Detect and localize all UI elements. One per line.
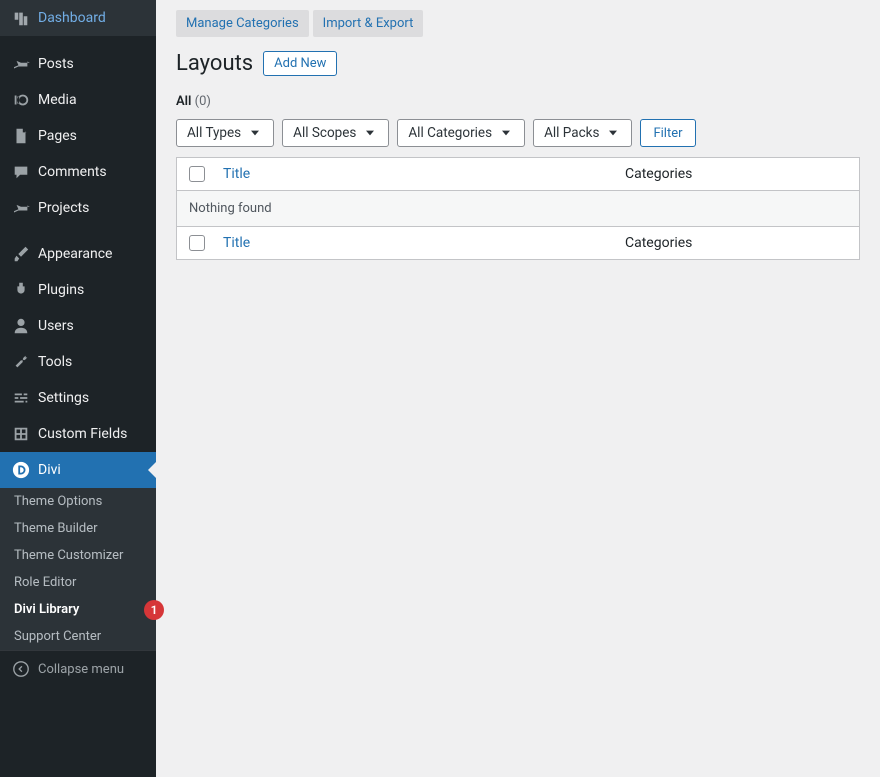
sliders-icon — [10, 388, 32, 408]
wrench-icon — [10, 352, 32, 372]
chevron-down-icon — [247, 125, 263, 141]
admin-sidebar: Dashboard Posts Media Pages Comments Pro… — [0, 0, 156, 777]
pin-icon — [10, 198, 32, 218]
menu-dashboard[interactable]: Dashboard — [0, 0, 156, 36]
menu-projects[interactable]: Projects — [0, 190, 156, 226]
collapse-menu[interactable]: Collapse menu — [0, 650, 156, 687]
menu-posts[interactable]: Posts — [0, 46, 156, 82]
filter-packs-select[interactable]: All Packs — [533, 119, 632, 147]
submenu-support-center[interactable]: Support Center — [0, 623, 156, 650]
chevron-down-icon — [605, 125, 621, 141]
add-new-button[interactable]: Add New — [263, 51, 337, 76]
pin-icon — [10, 54, 32, 74]
divi-submenu: Theme Options Theme Builder Theme Custom… — [0, 488, 156, 650]
filter-button[interactable]: Filter — [640, 119, 695, 147]
filter-scopes-select[interactable]: All Scopes — [282, 119, 389, 147]
empty-message: Nothing found — [177, 191, 859, 227]
menu-users[interactable]: Users — [0, 308, 156, 344]
menu-pages[interactable]: Pages — [0, 118, 156, 154]
submenu-role-editor[interactable]: Role Editor — [0, 569, 156, 596]
plug-icon — [10, 280, 32, 300]
submenu-theme-options[interactable]: Theme Options — [0, 488, 156, 515]
pages-icon — [10, 126, 32, 146]
layouts-table: Title Categories Nothing found Title Cat… — [176, 157, 860, 260]
divi-icon — [10, 460, 32, 480]
chevron-down-icon — [498, 125, 514, 141]
media-icon — [10, 90, 32, 110]
filter-categories-select[interactable]: All Categories — [397, 119, 525, 147]
menu-plugins[interactable]: Plugins — [0, 272, 156, 308]
submenu-divi-library[interactable]: Divi Library 1 — [0, 596, 156, 623]
column-categories-footer: Categories — [619, 227, 859, 259]
main-content: Manage Categories Import & Export Layout… — [156, 0, 880, 777]
column-title-sort-footer[interactable]: Title — [223, 235, 250, 251]
page-title: Layouts — [176, 51, 253, 76]
select-all-checkbox[interactable] — [189, 166, 205, 182]
filter-types-select[interactable]: All Types — [176, 119, 274, 147]
select-all-footer-checkbox[interactable] — [189, 235, 205, 251]
menu-settings[interactable]: Settings — [0, 380, 156, 416]
collapse-icon — [10, 659, 32, 679]
submenu-theme-builder[interactable]: Theme Builder — [0, 515, 156, 542]
fields-icon — [10, 424, 32, 444]
dashboard-icon — [10, 8, 32, 28]
filter-bar: All Types All Scopes All Categories All … — [176, 119, 860, 147]
menu-custom-fields[interactable]: Custom Fields — [0, 416, 156, 452]
notification-badge: 1 — [144, 600, 164, 620]
table-header: Title Categories — [177, 158, 859, 191]
column-categories: Categories — [619, 158, 859, 190]
top-buttons: Manage Categories Import & Export — [176, 10, 860, 37]
menu-comments[interactable]: Comments — [0, 154, 156, 190]
column-title-sort[interactable]: Title — [223, 166, 250, 182]
menu-divi[interactable]: Divi — [0, 452, 156, 488]
menu-media[interactable]: Media — [0, 82, 156, 118]
table-footer: Title Categories — [177, 227, 859, 259]
comment-icon — [10, 162, 32, 182]
import-export-button[interactable]: Import & Export — [313, 10, 424, 37]
brush-icon — [10, 244, 32, 264]
menu-appearance[interactable]: Appearance — [0, 236, 156, 272]
chevron-down-icon — [362, 125, 378, 141]
filter-status[interactable]: All (0) — [176, 94, 860, 109]
user-icon — [10, 316, 32, 336]
submenu-theme-customizer[interactable]: Theme Customizer — [0, 542, 156, 569]
menu-tools[interactable]: Tools — [0, 344, 156, 380]
manage-categories-button[interactable]: Manage Categories — [176, 10, 309, 37]
